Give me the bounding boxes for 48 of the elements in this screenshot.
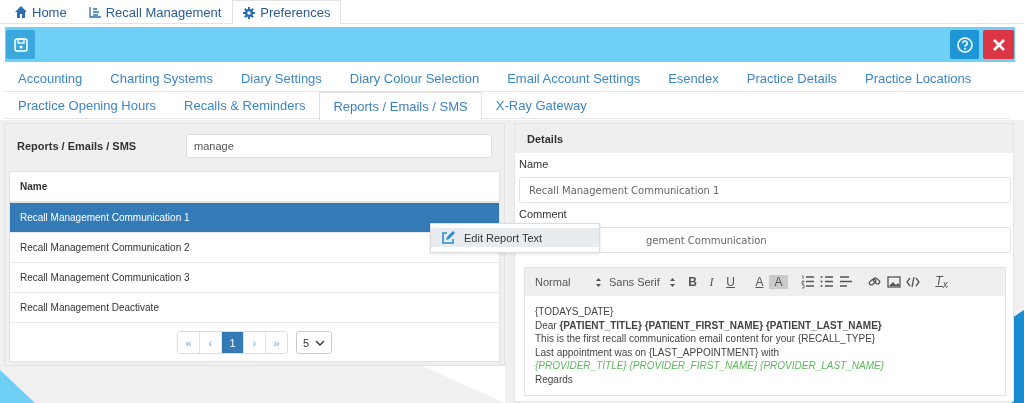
search-field[interactable]: manage [186,134,492,158]
format-button[interactable]: U [721,275,740,289]
home-icon [15,6,27,18]
editor-text-line: This is the first recall communication email content for your {RECALL_TYPE} [535,332,877,346]
gear-icon [243,6,256,19]
table-row[interactable]: Recall Management Communication 1 [10,203,499,233]
format-button[interactable]: I [702,274,721,290]
sort-arrows-icon [595,276,602,288]
menu-item[interactable]: Edit Report Text [431,228,599,247]
edit-icon [441,230,455,245]
ordered-list-icon [800,275,815,289]
code-icon [905,275,920,289]
page-button[interactable]: 1 [221,332,244,353]
nav-tab[interactable]: Preferences [232,0,342,24]
page-size-select[interactable]: 5 [295,331,333,354]
settings-tab[interactable]: Reports / Emails / SMS [319,92,482,120]
chart-icon [88,6,101,18]
format-button[interactable]: B [683,275,702,289]
format-select[interactable]: Sans Serif [609,276,676,288]
align-left-icon [838,275,853,289]
text-field[interactable]: Recall Management Communication 1 [519,177,1011,203]
editor-text-line: Regards [535,372,574,386]
page-button[interactable]: « [177,332,200,353]
clear-format-button[interactable]: T$_{x}$ [932,273,951,291]
format-button[interactable]: A [750,275,769,289]
table-row[interactable]: Recall Management Communication 3 [10,263,499,293]
chevron-down-icon [315,339,326,346]
close-icon [991,37,1006,52]
help-icon [956,36,973,53]
panel-title: Details [515,124,1013,153]
editor-text-line: {PROVIDER_TITLE} {PROVIDER_FIRST_NAME} {PROVIDER_LAST_NAME} [535,359,885,373]
editor-text-line: Dear {PATIENT_TITLE} {PATIENT_FIRST_NAME} {PATIENT_LAST_NAME} [535,318,883,332]
sort-arrows-icon [669,276,676,288]
link-icon [867,275,882,289]
editor-text-line: {TODAYS_DATE} [535,305,615,319]
field-label: Comment [519,208,568,220]
save-icon [13,37,28,52]
help-button[interactable] [950,30,979,59]
format-button[interactable]: A [769,275,788,289]
field-label: Name [519,158,550,170]
format-select[interactable]: Normal [535,276,602,288]
bullet-list-icon [819,275,834,289]
panel-title: Reports / Emails / SMS [17,140,138,152]
close-button[interactable] [983,30,1014,59]
table-row[interactable]: Recall Management Deactivate [10,293,499,323]
image-icon [886,275,901,289]
editor-text-line: Last appointment was on {LAST_APPOINTMENT} with [535,345,780,359]
save-button[interactable] [6,30,35,59]
